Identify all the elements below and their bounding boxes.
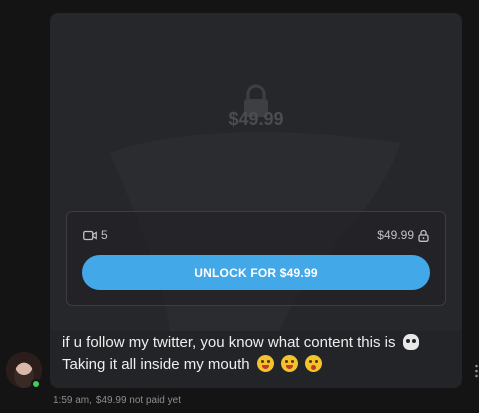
yum-face-emoji-icon <box>280 355 298 372</box>
video-icon <box>83 230 97 240</box>
media-count: 5 <box>83 228 108 242</box>
media-count-value: 5 <box>101 228 108 242</box>
message-line-2: Taking it all inside my mouth <box>62 354 454 376</box>
more-options-icon[interactable] <box>474 363 479 379</box>
message-bubble: $49.99 5 $49.99 UNLOCK FOR $49.99 if u f… <box>50 13 462 388</box>
locked-media-preview[interactable]: $49.99 5 $49.99 UNLOCK FOR $49.99 <box>50 13 462 331</box>
flushed-face-emoji-icon <box>305 355 323 372</box>
drooling-face-emoji-icon <box>256 355 274 372</box>
preview-price: $49.99 <box>228 109 284 129</box>
message-line-1: if u follow my twitter, you know what co… <box>62 332 454 354</box>
message-line-2-text: Taking it all inside my mouth <box>62 356 250 373</box>
payment-status: $49.99 not paid yet <box>95 395 181 406</box>
unlock-button[interactable]: UNLOCK FOR $49.99 <box>82 255 430 290</box>
unlock-panel: 5 $49.99 UNLOCK FOR $49.99 <box>66 211 446 306</box>
skull-emoji-icon <box>402 334 419 350</box>
online-status-icon <box>31 379 41 389</box>
message-meta: 1:59 am, $49.99 not paid yet <box>53 395 181 406</box>
lock-small-icon <box>418 229 429 242</box>
message-line-1-text: if u follow my twitter, you know what co… <box>62 334 396 351</box>
message-time: 1:59 am, <box>53 395 92 406</box>
price-value: $49.99 <box>377 228 414 242</box>
price-tag: $49.99 <box>377 228 429 242</box>
message-text: if u follow my twitter, you know what co… <box>62 332 454 376</box>
